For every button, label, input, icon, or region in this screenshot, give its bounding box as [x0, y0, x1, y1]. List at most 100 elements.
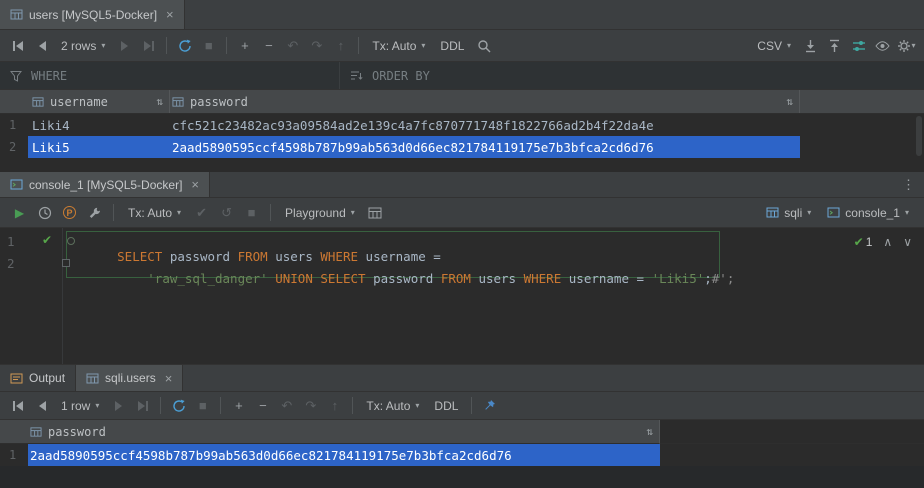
tx-mode-dropdown[interactable]: Tx: Auto▾	[365, 35, 432, 57]
cell-password[interactable]: 2aad5890595ccf4598b787b99ab563d0d66ec821…	[28, 444, 660, 466]
cell-password[interactable]: 2aad5890595ccf4598b787b99ab563d0d66ec821…	[170, 136, 800, 158]
line-number: 2	[7, 256, 15, 271]
chevron-down-icon: ▾	[787, 42, 791, 50]
export-data-icon[interactable]	[799, 35, 822, 57]
cell-password[interactable]: cfc521c23482ac93a09584ad2e139c4a7fc87077…	[170, 114, 800, 136]
rollback-button[interactable]: ↺	[215, 202, 238, 224]
toolbar-divider	[270, 204, 271, 221]
fold-marker-icon[interactable]	[62, 259, 70, 267]
tx-mode-dropdown[interactable]: Tx: Auto▾	[121, 202, 188, 224]
console-icon	[10, 178, 23, 191]
next-result-icon[interactable]: ∨	[903, 235, 912, 249]
data-extractor-icon[interactable]	[847, 35, 870, 57]
session-dropdown[interactable]: console_1 ▾	[820, 202, 916, 224]
profile-badge-icon[interactable]: P	[58, 202, 81, 224]
sql-token: 'raw_sql_danger'	[147, 271, 267, 286]
redo-button[interactable]: ↷	[305, 35, 328, 57]
plus-icon: +	[241, 38, 249, 53]
column-label: password	[48, 425, 106, 439]
search-icon[interactable]	[472, 35, 495, 57]
row-filler	[660, 444, 924, 466]
grid-filter-bar: WHERE ORDER BY	[0, 62, 924, 90]
toolbar-divider	[358, 37, 359, 54]
tab-label: Output	[29, 371, 65, 385]
delete-row-button[interactable]: −	[257, 35, 280, 57]
reload-data-button[interactable]	[167, 395, 190, 417]
sort-icon[interactable]: ⇅	[156, 95, 163, 108]
schema-label: sqli	[784, 206, 802, 220]
tab-output[interactable]: Output	[0, 365, 76, 391]
import-data-icon[interactable]	[823, 35, 846, 57]
previous-result-icon[interactable]: ∧	[883, 235, 892, 249]
sql-line[interactable]: 'raw_sql_danger' UNION SELECT password F…	[72, 256, 734, 301]
revert-button[interactable]: ↶	[275, 395, 298, 417]
submit-changes-button[interactable]: ↑	[329, 35, 352, 57]
next-page-button[interactable]	[113, 35, 136, 57]
ide-window: users [MySQL5-Docker] × 2 rows▾ ■ + − ↶ …	[0, 0, 924, 488]
tab-console[interactable]: console_1 [MySQL5-Docker] ×	[0, 172, 210, 197]
table-row[interactable]: 1 Liki4 cfc521c23482ac93a09584ad2e139c4a…	[0, 114, 924, 136]
stop-button[interactable]: ■	[197, 35, 220, 57]
playground-mode-dropdown[interactable]: Playground▾	[278, 202, 362, 224]
delete-row-button[interactable]: −	[251, 395, 274, 417]
sort-icon[interactable]: ⇅	[646, 425, 653, 438]
stop-button[interactable]: ■	[191, 395, 214, 417]
previous-page-button[interactable]	[30, 395, 53, 417]
add-row-button[interactable]: +	[227, 395, 250, 417]
close-icon[interactable]: ×	[165, 372, 173, 385]
pin-tab-icon[interactable]	[478, 395, 501, 417]
column-header-password[interactable]: password ⇅	[170, 90, 800, 113]
tab-users-data[interactable]: users [MySQL5-Docker] ×	[0, 0, 185, 29]
sort-icon[interactable]: ⇅	[786, 95, 793, 108]
tab-result-grid[interactable]: sqli.users ×	[76, 365, 183, 391]
last-page-button[interactable]	[131, 395, 154, 417]
console-icon	[827, 206, 840, 219]
order-by-input[interactable]: ORDER BY	[340, 62, 440, 89]
where-filter-input[interactable]: WHERE	[0, 62, 340, 89]
first-page-button[interactable]	[6, 35, 29, 57]
revert-button[interactable]: ↶	[281, 35, 304, 57]
export-format-dropdown[interactable]: CSV▾	[750, 35, 798, 57]
users-data-grid: username ⇅ password ⇅ 1 Liki4 cfc521c234…	[0, 90, 924, 172]
ddl-button[interactable]: DDL	[427, 395, 465, 417]
schema-dropdown[interactable]: sqli ▾	[759, 202, 818, 224]
sql-editor[interactable]: 1 2 ✔ SELECT password FROM users WHERE u…	[0, 228, 924, 365]
first-page-button[interactable]	[6, 395, 29, 417]
ddl-button[interactable]: DDL	[433, 35, 471, 57]
result-data-grid: password ⇅ 1 2aad5890595ccf4598b787b99ab…	[0, 420, 924, 488]
redo-button[interactable]: ↷	[299, 395, 322, 417]
last-page-button[interactable]	[137, 35, 160, 57]
stop-button[interactable]: ■	[240, 202, 263, 224]
settings-gear-icon[interactable]: ▾	[895, 35, 918, 57]
view-options-eye-icon[interactable]	[871, 35, 894, 57]
close-icon[interactable]: ×	[191, 178, 199, 191]
reload-data-button[interactable]	[173, 35, 196, 57]
column-icon	[32, 96, 44, 108]
sql-token: password	[366, 271, 441, 286]
wrench-settings-icon[interactable]	[83, 202, 106, 224]
view-as-table-icon[interactable]	[364, 202, 387, 224]
commit-button[interactable]: ✔	[190, 202, 213, 224]
inspection-widget: ✔1 ∧ ∨	[854, 235, 912, 249]
ddl-label: DDL	[434, 399, 458, 413]
execution-history-icon[interactable]	[33, 202, 56, 224]
kebab-menu-icon[interactable]: ⋮	[897, 174, 920, 196]
minus-icon: −	[265, 38, 273, 53]
page-size-dropdown[interactable]: 2 rows▾	[54, 35, 112, 57]
stop-icon: ■	[205, 38, 213, 53]
cell-username[interactable]: Liki5	[28, 136, 170, 158]
column-header-username[interactable]: username ⇅	[28, 90, 170, 113]
cell-username[interactable]: Liki4	[28, 114, 170, 136]
add-row-button[interactable]: +	[233, 35, 256, 57]
table-row[interactable]: 1 2aad5890595ccf4598b787b99ab563d0d66ec8…	[0, 444, 924, 466]
previous-page-button[interactable]	[30, 35, 53, 57]
vertical-scrollbar[interactable]	[916, 116, 922, 156]
execute-button[interactable]: ▶	[8, 202, 31, 224]
submit-changes-button[interactable]: ↑	[323, 395, 346, 417]
tx-mode-dropdown[interactable]: Tx: Auto▾	[359, 395, 426, 417]
next-page-button[interactable]	[107, 395, 130, 417]
close-icon[interactable]: ×	[166, 8, 174, 21]
column-header-password[interactable]: password ⇅	[28, 420, 660, 444]
table-row[interactable]: 2 Liki5 2aad5890595ccf4598b787b99ab563d0…	[0, 136, 924, 158]
page-size-dropdown[interactable]: 1 row▾	[54, 395, 106, 417]
